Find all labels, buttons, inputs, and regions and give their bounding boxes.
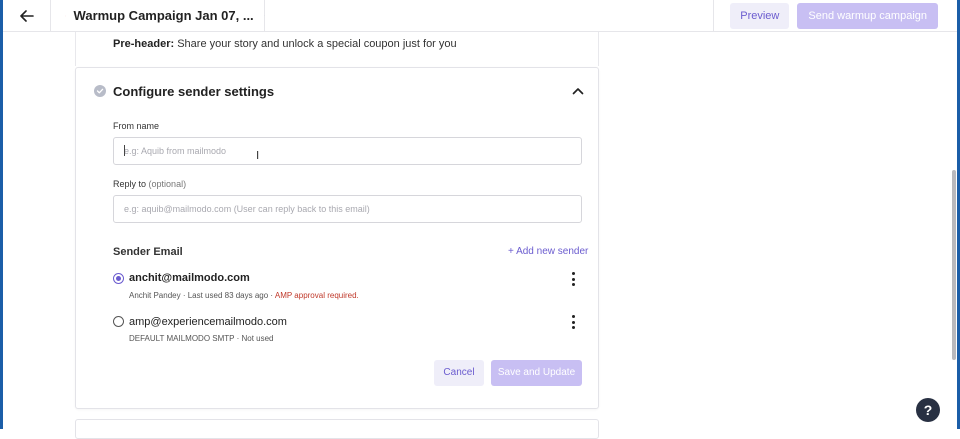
warmup-campaign-icon — [65, 8, 66, 24]
sender-radio[interactable] — [113, 316, 124, 327]
sender-meta: Anchit Pandey · Last used 83 days ago · … — [129, 291, 359, 300]
preview-button[interactable]: Preview — [730, 3, 789, 29]
reply-to-optional: (optional) — [149, 179, 187, 189]
section-title: Configure sender settings — [113, 84, 274, 99]
next-section-card — [75, 419, 599, 439]
text-caret — [124, 145, 125, 156]
from-name-input[interactable] — [113, 137, 582, 165]
sender-more-options-icon[interactable] — [568, 315, 578, 329]
sender-meta-text: Anchit Pandey · Last used 83 days ago · — [129, 291, 273, 300]
add-new-sender-link[interactable]: + Add new sender — [508, 246, 588, 257]
reply-to-input[interactable] — [113, 195, 582, 223]
i-beam-cursor-icon: I — [256, 149, 259, 162]
sender-settings-card — [75, 67, 599, 409]
amp-warning-text: AMP approval required. — [275, 291, 359, 300]
preheader-row: Pre-header: Share your story and unlock … — [113, 38, 457, 50]
cancel-button[interactable]: Cancel — [434, 360, 484, 386]
sender-email: anchit@mailmodo.com — [129, 272, 250, 284]
window-frame-left — [0, 0, 3, 429]
arrow-left-icon — [20, 10, 34, 22]
sender-radio-selected[interactable] — [113, 273, 124, 284]
preheader-label: Pre-header: — [113, 38, 174, 50]
preheader-text: Share your story and unlock a special co… — [177, 38, 456, 50]
sender-email: amp@experiencemailmodo.com — [129, 316, 287, 328]
sender-more-options-icon[interactable] — [568, 272, 578, 286]
scrollbar-thumb[interactable] — [952, 170, 956, 360]
back-button[interactable] — [3, 0, 51, 32]
top-bar: Warmup Campaign Jan 07, ... Preview Send… — [3, 0, 957, 32]
sender-meta: DEFAULT MAILMODO SMTP · Not used — [129, 334, 273, 343]
reply-to-label-text: Reply to — [113, 179, 146, 189]
campaign-title: Warmup Campaign Jan 07, ... — [74, 8, 254, 23]
header-actions: Preview Send warmup campaign — [713, 0, 957, 32]
chevron-up-icon[interactable] — [572, 86, 584, 96]
sender-email-title: Sender Email — [113, 246, 183, 258]
header-divider — [713, 0, 714, 32]
reply-to-label: Reply to (optional) — [113, 179, 186, 189]
help-button[interactable]: ? — [916, 398, 940, 422]
save-and-update-button[interactable]: Save and Update — [491, 360, 582, 386]
send-warmup-campaign-button[interactable]: Send warmup campaign — [797, 3, 938, 29]
check-circle-icon — [94, 85, 106, 97]
campaign-title-area: Warmup Campaign Jan 07, ... — [51, 0, 265, 32]
from-name-label: From name — [113, 121, 159, 131]
